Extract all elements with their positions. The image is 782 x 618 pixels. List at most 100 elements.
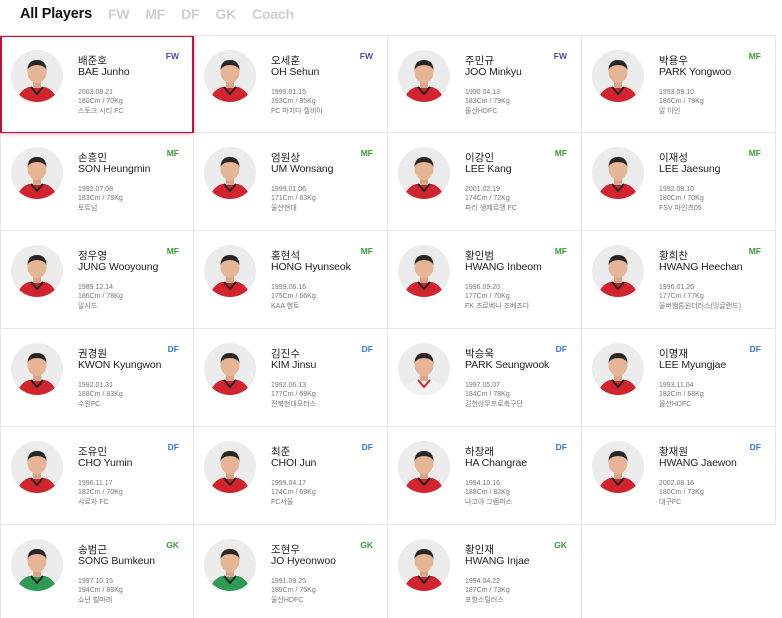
player-photo [11, 343, 63, 395]
player-card[interactable]: 송범근 SONG Bumkeun GK 1997.10.15 194Cm / 88Kg 쇼… [0, 525, 194, 618]
player-club: 대구FC [659, 498, 682, 506]
player-name-english: LEE Jaesung [659, 163, 721, 175]
player-body: 188Cm / 82Kg [465, 489, 510, 497]
player-photo [204, 343, 256, 395]
player-name-english: LEE Kang [465, 163, 512, 175]
player-info: 1997.05.07 184Cm / 78Kg 김천상무프로축구단 [465, 381, 523, 409]
player-card[interactable]: 조유민 CHO Yumin DF 1996.11.17 182Cm / 70Kg 샤르자 … [0, 427, 194, 524]
player-card[interactable]: 주민규 JOO Minkyu FW 1990.04.13 183Cm / 79Kg 울산H… [388, 36, 582, 133]
player-birth: 1991.09.25 [271, 578, 307, 585]
player-info: 1996.01.26 177Cm / 77Kg 울버햄튼원더러스(잉글랜드) [659, 283, 741, 311]
player-club: 샤르자 FC [78, 498, 109, 506]
player-photo [11, 441, 63, 493]
player-card[interactable]: 황희찬 HWANG Heechan MF 1996.01.26 177Cm / 77Kg… [582, 231, 776, 328]
player-card[interactable]: 박승욱 PARK Seungwook DF 1997.05.07 184Cm / 78K… [388, 329, 582, 426]
player-birth: 1994.10.16 [465, 480, 501, 487]
player-photo [204, 50, 256, 102]
player-row: 배준호 BAE Junho FW 2003.08.21 180Cm / 70Kg 스토크 … [0, 35, 776, 133]
position-badge: FW [359, 51, 373, 61]
player-card[interactable]: 권경원 KWON Kyungwon DF 1992.01.31 188Cm / 83Kg… [0, 329, 194, 426]
player-card[interactable]: 손흥민 SON Heungmin MF 1992.07.08 183Cm / 78Kg 토… [0, 133, 194, 230]
player-card[interactable]: 배준호 BAE Junho FW 2003.08.21 180Cm / 70Kg 스토크 … [0, 36, 194, 133]
player-card[interactable]: 하창래 HA Changrae DF 1994.10.16 188Cm / 82Kg 나고… [388, 427, 582, 524]
player-body: 186Cm / 78Kg [78, 293, 123, 301]
player-photo [398, 50, 450, 102]
position-badge: DF [361, 442, 373, 452]
player-body: 194Cm / 88Kg [78, 587, 123, 595]
position-filter-tabs: All Players FW MF DF GK Coach [20, 4, 310, 24]
position-badge: MF [360, 246, 373, 256]
player-body: 184Cm / 78Kg [465, 391, 510, 399]
player-photo [592, 147, 644, 199]
player-photo [11, 245, 63, 297]
player-name-english: LEE Myungjae [659, 359, 727, 371]
player-card[interactable]: 황재원 HWANG Jaewon DF 2002.08.16 180Cm / 73Kg 대… [582, 427, 776, 524]
position-badge: FW [165, 51, 179, 61]
player-club: FK 츠르베나 즈베즈다 [465, 302, 530, 310]
player-birth: 1999.04.17 [271, 480, 307, 487]
tab-mf[interactable]: MF [145, 6, 165, 22]
player-body: 177Cm / 77Kg [659, 293, 704, 301]
player-name-english: JOO Minkyu [465, 66, 522, 78]
player-name-english: SON Heungmin [78, 163, 151, 175]
player-birth: 2001.02.19 [465, 186, 501, 193]
player-card[interactable]: 김진수 KIM Jinsu DF 1992.06.13 177Cm / 68Kg 전북현대… [194, 329, 388, 426]
position-badge: DF [555, 344, 567, 354]
player-club: 파리 생제르맹 FC [465, 204, 517, 212]
player-card[interactable]: 홍현석 HONG Hyunseok MF 1999.06.16 175Cm / 66Kg… [194, 231, 388, 328]
player-info: 1990.04.13 183Cm / 79Kg 울산HDFC [465, 88, 510, 116]
player-info: 1993.09.10 186Cm / 79Kg 알 아인 [659, 88, 704, 116]
player-card[interactable]: 박용우 PARK Yongwoo MF 1993.09.10 186Cm / 79Kg 알… [582, 36, 776, 133]
player-club: FC서울 [271, 498, 294, 506]
position-badge: MF [166, 148, 179, 158]
player-info: 1992.01.31 188Cm / 83Kg 수원FC [78, 381, 123, 409]
player-club: 울산현대 [271, 204, 297, 212]
player-row: 권경원 KWON Kyungwon DF 1992.01.31 188Cm / 83Kg… [0, 329, 776, 427]
player-card[interactable]: 정우영 JUNG Wooyoung MF 1989.12.14 186Cm / 78Kg… [0, 231, 194, 328]
player-card[interactable]: 최준 CHOI Jun DF 1999.04.17 174Cm / 69Kg FC서울 [194, 427, 388, 524]
player-photo [398, 441, 450, 493]
player-info: 1996.09.20 177Cm / 70Kg FK 츠르베나 즈베즈다 [465, 283, 529, 311]
tab-all-players[interactable]: All Players [20, 6, 92, 22]
player-info: 2003.08.21 180Cm / 70Kg 스토크 시티 FC [78, 88, 123, 116]
player-club: FC 마치다 젤비아 [271, 107, 323, 115]
player-card[interactable]: 오세훈 OH Sehun FW 1999.01.15 193Cm / 85Kg FC 마치… [194, 36, 388, 133]
player-club: 스토크 시티 FC [78, 107, 124, 115]
player-card[interactable]: 이명재 LEE Myungjae DF 1993.11.04 182Cm / 68Kg 울… [582, 329, 776, 426]
player-birth: 1997.10.15 [78, 578, 114, 585]
player-club: 울산HDFC [465, 107, 498, 115]
player-card[interactable]: 황인범 HWANG Inbeom MF 1996.09.20 177Cm / 70Kg F… [388, 231, 582, 328]
player-body: 171Cm / 63Kg [271, 195, 316, 203]
player-card[interactable]: 조현우 JO Hyeonwoo GK 1991.09.25 189Cm / 75Kg 울산… [194, 525, 388, 618]
tab-gk[interactable]: GK [215, 6, 236, 22]
player-info: 1992.06.13 177Cm / 68Kg 전북현대모터스 [271, 381, 316, 409]
player-birth: 1990.04.13 [465, 89, 501, 96]
tab-coach[interactable]: Coach [252, 6, 294, 22]
player-name-english: CHOI Jun [271, 457, 317, 469]
tab-fw[interactable]: FW [108, 6, 130, 22]
tab-df[interactable]: DF [181, 6, 199, 22]
player-card[interactable]: 황인재 HWANG Injae GK 1994.04.22 187Cm / 73Kg 포항… [388, 525, 582, 618]
player-info: 1999.01.06 171Cm / 63Kg 울산현대 [271, 185, 316, 213]
player-photo [398, 343, 450, 395]
player-card[interactable]: 이강인 LEE Kang MF 2001.02.19 174Cm / 72Kg 파리 생제… [388, 133, 582, 230]
player-body: 183Cm / 79Kg [465, 98, 510, 106]
player-birth: 1994.04.22 [465, 578, 501, 585]
player-info: 1997.10.15 194Cm / 88Kg 쇼난 벨마레 [78, 577, 123, 605]
player-birth: 1999.01.06 [271, 186, 307, 193]
player-info: 2001.02.19 174Cm / 72Kg 파리 생제르맹 FC [465, 185, 517, 213]
player-name-english: PARK Seungwook [465, 359, 550, 371]
player-birth: 2002.08.16 [659, 480, 695, 487]
player-club: 알 아인 [659, 107, 681, 115]
player-club: 알사드 [78, 302, 98, 310]
player-card[interactable]: 이재성 LEE Jaesung MF 1992.08.10 180Cm / 70Kg FS… [582, 133, 776, 230]
player-card[interactable]: 엄원상 UM Wonsang MF 1999.01.06 171Cm / 63Kg 울산현… [194, 133, 388, 230]
player-photo [592, 441, 644, 493]
player-club: 토트넘 [78, 204, 98, 212]
player-name-english: UM Wonsang [271, 163, 334, 175]
player-body: 182Cm / 70Kg [78, 489, 123, 497]
player-birth: 1992.07.08 [78, 186, 114, 193]
player-body: 177Cm / 70Kg [465, 293, 510, 301]
player-club: 쇼난 벨마레 [78, 596, 113, 604]
player-info: 1994.10.16 188Cm / 82Kg 나고야 그램퍼스 [465, 479, 512, 507]
